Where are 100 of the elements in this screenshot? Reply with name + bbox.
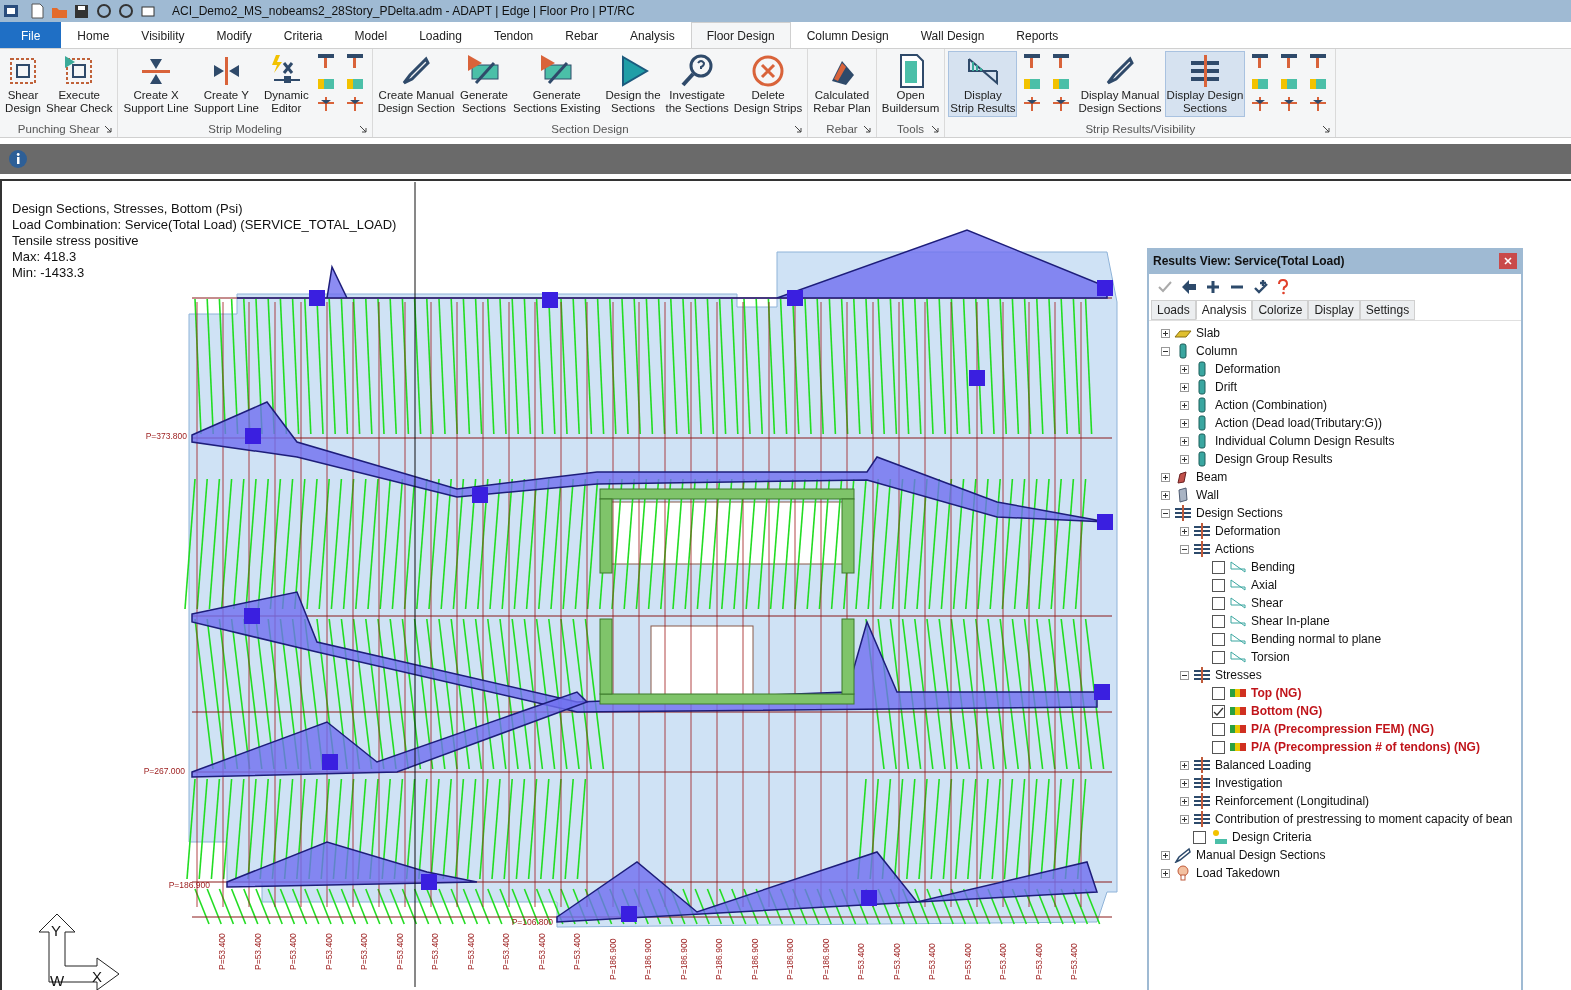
expand-icon[interactable] (1180, 778, 1189, 788)
expand-icon[interactable] (1180, 814, 1189, 824)
tree-item[interactable]: Deformation (1215, 362, 1281, 376)
checkbox[interactable] (1193, 830, 1206, 844)
ribbon-tab[interactable]: Reports (1000, 22, 1075, 48)
ribbon-button[interactable]: Delete Design Strips (731, 51, 805, 117)
ribbon-button[interactable]: Generate Sections (458, 51, 510, 117)
ribbon-button[interactable]: Design the Sections (603, 51, 663, 117)
ribbon-tab[interactable]: Tendon (477, 22, 550, 48)
ribbon-tab[interactable]: Analysis (613, 22, 691, 48)
ribbon-button[interactable]: Investigate the Sections (663, 51, 731, 117)
ribbon-button[interactable]: Shear Design (3, 51, 43, 117)
ribbon-tab[interactable]: Visibility (125, 22, 201, 48)
ribbon-button[interactable]: Display Strip Results (948, 51, 1018, 117)
expand-icon[interactable] (1180, 400, 1189, 410)
tree-item[interactable]: Column (1196, 344, 1238, 358)
expand-icon[interactable] (1180, 418, 1189, 428)
ribbon-button[interactable]: Execute Shear Check (44, 51, 115, 117)
ribbon-tab[interactable]: Model (338, 22, 404, 48)
tree-item[interactable]: Shear (1251, 596, 1284, 610)
tree-item[interactable]: Design Criteria (1232, 830, 1312, 844)
back-arrow-icon[interactable] (1181, 279, 1197, 295)
check-plus-icon[interactable] (1253, 279, 1269, 295)
checkbox[interactable] (1212, 650, 1225, 664)
dialog-launcher-icon[interactable] (1322, 125, 1331, 133)
tree-item[interactable]: Contribution of prestressing to moment capacity of bean (1215, 812, 1513, 826)
collapse-icon[interactable] (1180, 670, 1189, 680)
panel-tab[interactable]: Analysis (1195, 300, 1253, 320)
collapse-icon[interactable] (1180, 544, 1189, 554)
checkbox[interactable] (1212, 632, 1225, 646)
ribbon-button[interactable]: Create X Support Line (121, 51, 191, 117)
tree-item[interactable]: Bending (1251, 560, 1296, 574)
tree-item[interactable]: Stresses (1215, 668, 1262, 682)
dialog-launcher-icon[interactable] (862, 125, 871, 133)
tree-item[interactable]: Load Takedown (1196, 866, 1280, 880)
expand-icon[interactable] (1161, 868, 1170, 878)
ribbon-tab[interactable]: Criteria (267, 22, 339, 48)
tree-item[interactable]: Beam (1196, 470, 1228, 484)
ribbon-button[interactable]: Open Buildersum (879, 51, 942, 117)
ribbon-tab[interactable]: Wall Design (904, 22, 1001, 48)
dialog-launcher-icon[interactable] (931, 125, 940, 133)
tree-item[interactable]: Actions (1215, 542, 1255, 556)
tree-item[interactable]: Top (NG) (1251, 686, 1302, 700)
help-icon[interactable] (1277, 279, 1289, 295)
expand-icon[interactable] (1180, 526, 1189, 536)
dialog-launcher-icon[interactable] (104, 125, 113, 133)
tree-item[interactable]: Wall (1196, 488, 1219, 502)
checkbox[interactable] (1212, 686, 1225, 700)
checkbox[interactable] (1212, 740, 1225, 754)
ribbon-tab[interactable]: Column Design (790, 22, 905, 48)
panel-tab[interactable]: Loads (1151, 300, 1196, 320)
close-button[interactable] (1499, 253, 1517, 269)
panel-tab[interactable]: Display (1308, 300, 1360, 320)
dialog-launcher-icon[interactable] (358, 125, 367, 133)
tree-item[interactable]: P/A (Precompression FEM) (NG) (1251, 722, 1434, 736)
ribbon-button[interactable]: Calculated Rebar Plan (811, 51, 873, 117)
tree-item[interactable]: Action (Combination) (1215, 398, 1328, 412)
tree-item[interactable]: Investigation (1215, 776, 1283, 790)
expand-icon[interactable] (1180, 760, 1189, 770)
expand-icon[interactable] (1161, 328, 1170, 338)
tree-item[interactable]: Deformation (1215, 524, 1281, 538)
checkbox[interactable] (1212, 704, 1225, 718)
ribbon-button[interactable]: Dynamic Editor (261, 51, 311, 117)
info-icon[interactable] (8, 149, 28, 169)
tree-item[interactable]: Drift (1215, 380, 1237, 394)
ribbon-button[interactable]: Display Manual Design Sections (1076, 51, 1164, 117)
tree-item[interactable]: Design Sections (1196, 506, 1283, 520)
tree-item[interactable]: Manual Design Sections (1196, 848, 1326, 862)
expand-icon[interactable] (1161, 490, 1170, 500)
ribbon-tab[interactable]: Rebar (549, 22, 614, 48)
expand-icon[interactable] (1180, 436, 1189, 446)
expand-icon[interactable] (1180, 454, 1189, 464)
tree-item[interactable]: Bending normal to plane (1251, 632, 1382, 646)
tree-item[interactable]: Reinforcement (Longitudinal) (1215, 794, 1370, 808)
expand-icon[interactable] (1180, 796, 1189, 806)
tree-item[interactable]: Action (Dead load(Tributary:G)) (1215, 416, 1382, 430)
checkmark-icon[interactable] (1157, 279, 1173, 295)
expand-icon[interactable] (1161, 850, 1170, 860)
plus-icon[interactable] (1205, 279, 1221, 295)
ribbon-tab[interactable]: File (0, 22, 62, 48)
tree-item[interactable]: Shear In-plane (1251, 614, 1330, 628)
ribbon-button[interactable]: Display Design Sections (1164, 51, 1246, 117)
checkbox[interactable] (1212, 596, 1225, 610)
tree-item[interactable]: Balanced Loading (1215, 758, 1312, 772)
expand-icon[interactable] (1161, 472, 1170, 482)
tree-item[interactable]: Design Group Results (1215, 452, 1333, 466)
ribbon-button[interactable]: Create Y Support Line (191, 51, 261, 117)
ribbon-tab[interactable]: Floor Design (690, 22, 791, 48)
ribbon-button[interactable]: Create Manual Design Section (375, 51, 457, 117)
tree-item[interactable]: Torsion (1251, 650, 1290, 664)
checkbox[interactable] (1212, 578, 1225, 592)
tree-item[interactable]: Slab (1196, 326, 1221, 340)
ribbon-button[interactable]: Generate Sections Existing (510, 51, 603, 117)
tree-item[interactable]: Individual Column Design Results (1215, 434, 1395, 448)
collapse-icon[interactable] (1161, 508, 1170, 518)
checkbox[interactable] (1212, 614, 1225, 628)
tree-item[interactable]: Axial (1251, 578, 1277, 592)
dialog-launcher-icon[interactable] (794, 125, 803, 133)
checkbox[interactable] (1212, 560, 1225, 574)
collapse-icon[interactable] (1161, 346, 1170, 356)
